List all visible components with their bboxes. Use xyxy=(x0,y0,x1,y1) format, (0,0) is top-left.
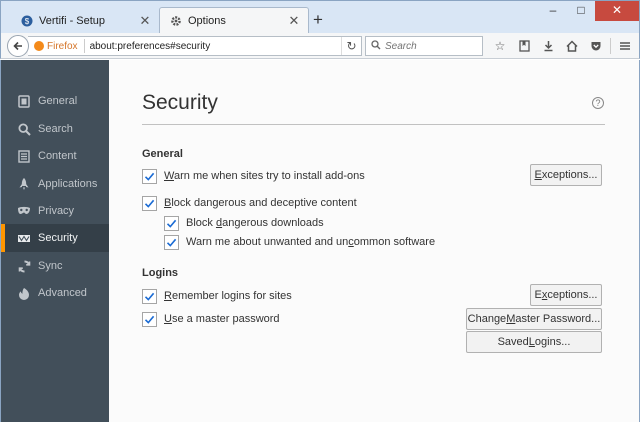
search-icon xyxy=(371,39,381,53)
toolbar-icons: ☆ xyxy=(488,36,637,56)
logins-section-heading: Logins xyxy=(142,267,179,279)
vertifi-icon: $ xyxy=(21,15,33,27)
general-icon xyxy=(17,94,31,108)
minimize-button[interactable]: – xyxy=(539,1,567,21)
maximize-button[interactable]: □ xyxy=(567,1,595,21)
security-icon xyxy=(17,231,31,245)
tab-title: Vertifi - Setup xyxy=(39,14,106,27)
title-divider xyxy=(142,124,605,125)
sidebar-item-security[interactable]: Security xyxy=(1,224,110,252)
saved-logins-button[interactable]: Saved Logins... xyxy=(466,331,602,353)
content-icon xyxy=(17,149,31,163)
back-button[interactable] xyxy=(7,35,29,57)
tab-title: Options xyxy=(188,15,226,27)
warn-unwanted-checkbox[interactable] xyxy=(164,234,179,250)
preferences-sidebar: General Search Content Applications Priv… xyxy=(0,60,110,422)
remember-logins-option[interactable]: Remember logins for sites xyxy=(142,288,292,304)
help-icon[interactable]: ? xyxy=(592,97,604,109)
addon-exceptions-button[interactable]: Exceptions... xyxy=(530,164,602,186)
gear-icon xyxy=(170,15,182,27)
search-bar[interactable] xyxy=(365,36,483,56)
sync-icon xyxy=(17,259,31,273)
sidebar-item-general[interactable]: General xyxy=(1,87,110,115)
general-section-heading: General xyxy=(142,148,183,160)
block-deceptive-label: Block dangerous and deceptive content xyxy=(164,197,357,209)
tab-strip: $ Vertifi - Setup ✕ Options ✕ + – □ ✕ xyxy=(0,0,640,34)
block-deceptive-checkbox[interactable] xyxy=(142,195,157,211)
svg-text:$: $ xyxy=(25,17,30,26)
checkmark-icon xyxy=(144,292,155,301)
search-input[interactable] xyxy=(385,40,475,52)
block-downloads-label: Block dangerous downloads xyxy=(186,217,324,229)
identity-label: Firefox xyxy=(47,40,78,52)
downloads-icon[interactable] xyxy=(536,36,560,56)
url-separator xyxy=(83,39,85,53)
privacy-mask-icon xyxy=(17,204,31,218)
block-downloads-option[interactable]: Block dangerous downloads xyxy=(164,215,324,231)
checkmark-icon xyxy=(144,199,155,208)
reload-icon[interactable]: ↻ xyxy=(341,37,361,55)
tab-options[interactable]: Options ✕ xyxy=(159,7,309,34)
sidebar-item-label: Security xyxy=(38,232,78,244)
warn-unwanted-label: Warn me about unwanted and uncommon soft… xyxy=(186,236,436,248)
sidebar-item-applications[interactable]: Applications xyxy=(1,170,110,198)
master-password-label: Use a master password xyxy=(164,313,280,325)
checkmark-icon xyxy=(166,238,177,247)
hamburger-menu-icon[interactable] xyxy=(613,36,637,56)
login-exceptions-button[interactable]: Ex ceptions... xyxy=(530,284,602,306)
applications-icon xyxy=(17,177,31,191)
sidebar-item-label: Applications xyxy=(38,178,98,190)
close-tab-icon[interactable]: ✕ xyxy=(137,13,153,29)
preferences-pane: Security ? General Warn me when sites tr… xyxy=(109,60,640,422)
warn-addons-checkbox[interactable] xyxy=(142,168,157,184)
url-text[interactable]: about:preferences#security xyxy=(90,41,341,52)
sidebar-item-advanced[interactable]: Advanced xyxy=(1,279,110,307)
sidebar-item-sync[interactable]: Sync xyxy=(1,252,110,280)
close-window-button[interactable]: ✕ xyxy=(595,1,639,21)
change-master-password-button[interactable]: Change Master Password... xyxy=(466,308,602,330)
block-downloads-checkbox[interactable] xyxy=(164,215,179,231)
new-tab-button[interactable]: + xyxy=(309,11,327,29)
back-arrow-icon xyxy=(13,41,22,51)
sidebar-item-label: Privacy xyxy=(38,205,75,217)
tab-vertifi-setup[interactable]: $ Vertifi - Setup ✕ xyxy=(11,7,159,34)
bookmarks-menu-icon[interactable] xyxy=(512,36,536,56)
warn-addons-label: Warn me when sites try to install add-on… xyxy=(164,170,365,182)
sidebar-item-label: Sync xyxy=(38,260,63,272)
page-title: Security xyxy=(142,91,218,114)
sidebar-item-privacy[interactable]: Privacy xyxy=(1,197,110,225)
sidebar-item-label: General xyxy=(38,95,78,107)
checkmark-icon xyxy=(166,219,177,228)
advanced-icon xyxy=(17,286,31,300)
bookmark-star-icon[interactable]: ☆ xyxy=(488,36,512,56)
url-bar[interactable]: Firefox about:preferences#security ↻ xyxy=(28,36,362,56)
master-password-checkbox[interactable] xyxy=(142,311,157,327)
sidebar-item-search[interactable]: Search xyxy=(1,115,110,143)
firefox-identity-icon xyxy=(34,41,44,51)
block-deceptive-option[interactable]: Block dangerous and deceptive content xyxy=(142,195,357,211)
checkmark-icon xyxy=(144,315,155,324)
checkmark-icon xyxy=(144,172,155,181)
pocket-icon[interactable] xyxy=(584,36,608,56)
sidebar-item-label: Advanced xyxy=(38,287,87,299)
window-controls: – □ ✕ xyxy=(539,1,639,21)
master-password-option[interactable]: Use a master password xyxy=(142,311,280,327)
sidebar-item-label: Search xyxy=(38,123,73,135)
sidebar-item-label: Content xyxy=(38,150,77,162)
remember-logins-label: Remember logins for sites xyxy=(164,290,292,302)
navigation-toolbar: Firefox about:preferences#security ↻ ☆ xyxy=(0,33,640,59)
home-icon[interactable] xyxy=(560,36,584,56)
search-icon xyxy=(17,122,31,136)
warn-addons-option[interactable]: Warn me when sites try to install add-on… xyxy=(142,168,365,184)
close-tab-icon[interactable]: ✕ xyxy=(286,13,302,29)
remember-logins-checkbox[interactable] xyxy=(142,288,157,304)
warn-unwanted-option[interactable]: Warn me about unwanted and uncommon soft… xyxy=(164,234,435,250)
sidebar-item-content[interactable]: Content xyxy=(1,142,110,170)
toolbar-separator xyxy=(610,38,611,54)
